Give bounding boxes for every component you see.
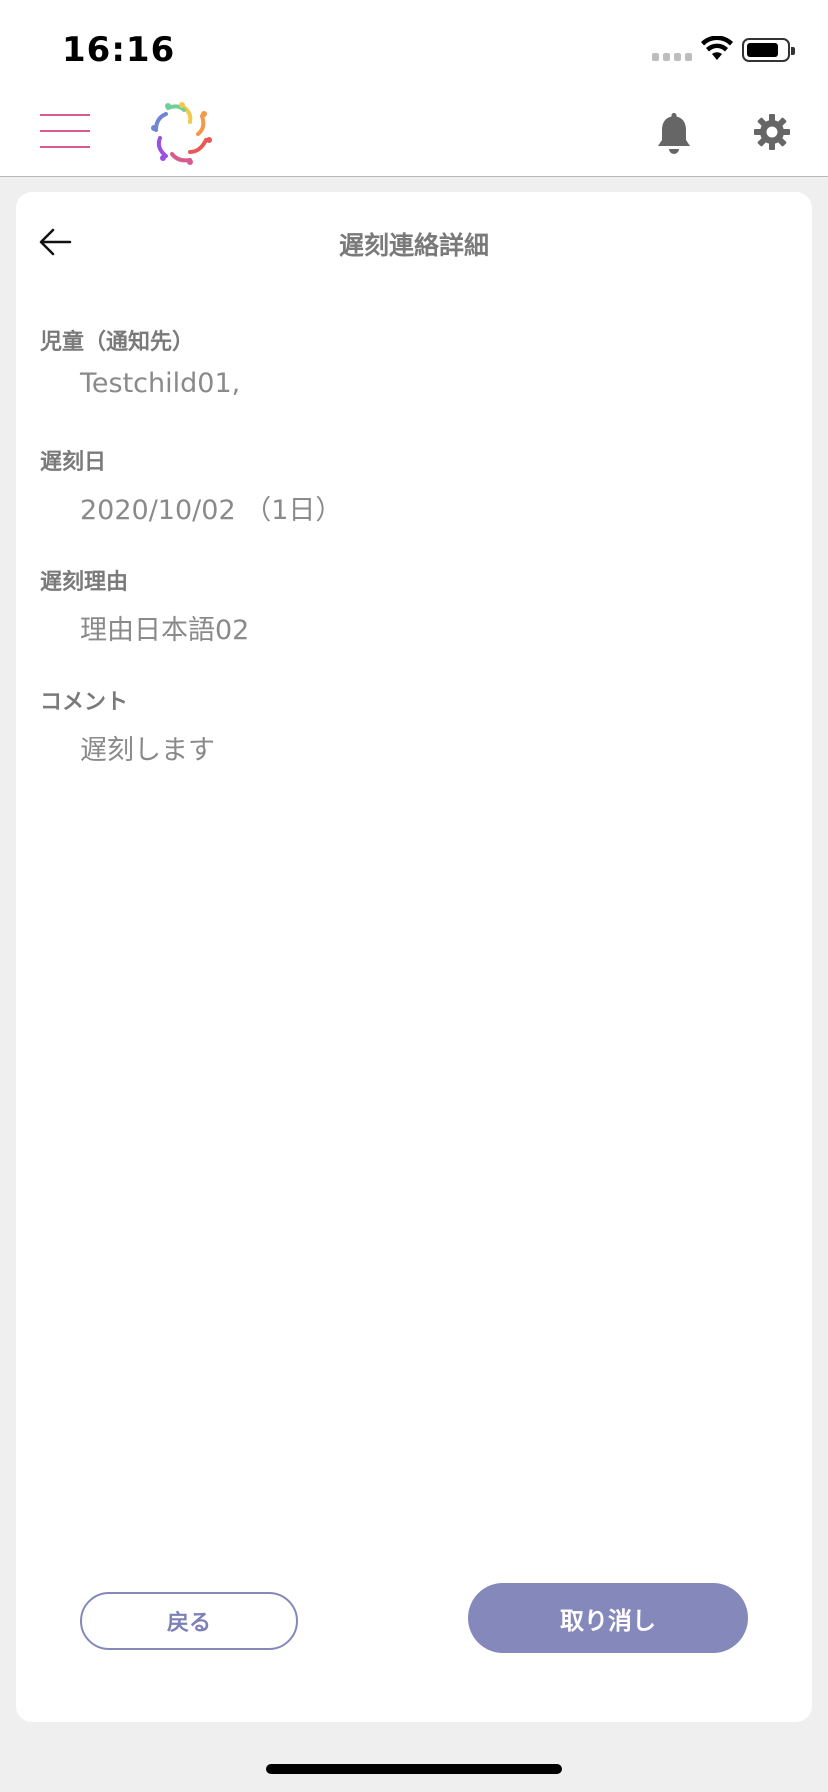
battery-icon xyxy=(742,38,795,62)
status-time: 16:16 xyxy=(62,30,176,70)
home-indicator xyxy=(266,1764,562,1774)
field-value-late-date: 2020/10/02 （1日） xyxy=(80,495,343,526)
flower-logo xyxy=(151,102,212,165)
field-label-comment: コメント xyxy=(40,690,129,715)
wifi-icon xyxy=(701,36,733,60)
field-value-late-reason: 理由日本語02 xyxy=(80,615,250,646)
cellular-signal-icon xyxy=(652,53,692,61)
cancel-button[interactable]: 取り消し xyxy=(468,1583,748,1653)
hamburger-menu-icon[interactable] xyxy=(40,112,90,152)
app-header xyxy=(0,92,828,177)
bell-icon[interactable] xyxy=(654,110,694,156)
field-label-late-reason: 遅刻理由 xyxy=(40,570,129,595)
detail-card: 遅刻連絡詳細 児童（通知先） Testchild01, 遅刻日 2020/10/… xyxy=(16,192,812,1722)
page-title: 遅刻連絡詳細 xyxy=(338,231,489,260)
field-value-comment: 遅刻します xyxy=(80,735,215,766)
back-button[interactable]: 戻る xyxy=(80,1592,298,1650)
field-value-child: Testchild01, xyxy=(80,368,241,399)
field-label-child: 児童（通知先） xyxy=(40,330,195,355)
gear-icon[interactable] xyxy=(752,112,792,152)
screen: 16:16 遅刻連絡詳細 児童（通知先） Testchild01, 遅刻日 20… xyxy=(0,0,828,1792)
field-label-late-date: 遅刻日 xyxy=(40,450,107,475)
status-bar: 16:16 xyxy=(0,0,828,92)
